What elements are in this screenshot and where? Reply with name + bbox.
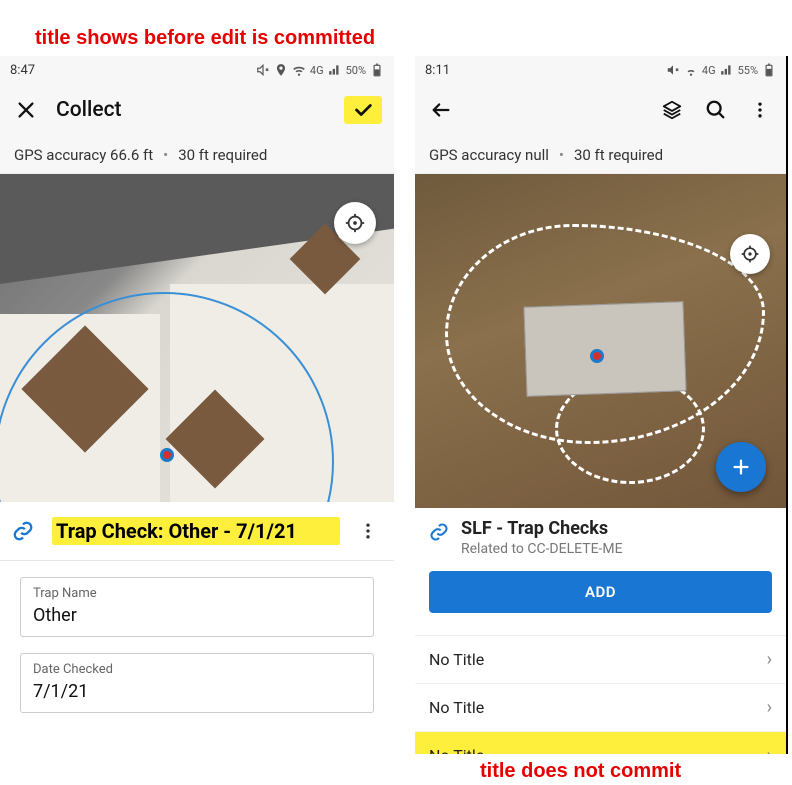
layers-button[interactable] bbox=[658, 96, 686, 124]
crosshair-icon bbox=[740, 244, 760, 264]
more-button[interactable] bbox=[746, 96, 774, 124]
gps-bar: GPS accuracy 66.6 ft • 30 ft required bbox=[0, 136, 394, 174]
separator-dot: • bbox=[163, 146, 168, 164]
status-icons: 4G 50% bbox=[256, 63, 384, 77]
list-item[interactable]: No Title › bbox=[415, 636, 786, 684]
location-icon bbox=[274, 63, 288, 77]
search-icon bbox=[705, 99, 727, 121]
add-feature-fab[interactable] bbox=[716, 442, 766, 492]
form: Trap Name Other Date Checked 7/1/21 bbox=[0, 560, 394, 723]
arrow-left-icon bbox=[430, 99, 452, 121]
annotation-top: title shows before edit is committed bbox=[35, 27, 375, 50]
check-icon bbox=[352, 99, 374, 121]
map-view[interactable] bbox=[415, 174, 786, 508]
mute-icon bbox=[256, 63, 270, 77]
list-item-label: No Title bbox=[429, 746, 484, 754]
layers-icon bbox=[661, 99, 683, 121]
more-vert-icon bbox=[750, 100, 770, 120]
link-icon bbox=[429, 522, 449, 542]
wifi-icon bbox=[684, 63, 698, 77]
related-panel: SLF - Trap Checks Related to CC-DELETE-M… bbox=[415, 508, 786, 619]
locate-button[interactable] bbox=[730, 234, 770, 274]
separator-dot: • bbox=[559, 146, 564, 164]
battery-label: 55% bbox=[738, 64, 758, 77]
field-label: Trap Name bbox=[33, 586, 361, 601]
field-value: Other bbox=[33, 605, 361, 626]
field-value: 7/1/21 bbox=[33, 681, 361, 702]
trap-name-field[interactable]: Trap Name Other bbox=[20, 577, 374, 637]
signal-icon bbox=[720, 63, 734, 77]
battery-label: 50% bbox=[346, 64, 366, 77]
search-button[interactable] bbox=[702, 96, 730, 124]
gps-required: 30 ft required bbox=[178, 146, 267, 164]
list-item[interactable]: No Title › bbox=[415, 684, 786, 732]
app-bar: Collect bbox=[0, 84, 394, 136]
panel-subtitle: Related to CC-DELETE-ME bbox=[461, 541, 623, 557]
list-item[interactable]: No Title › bbox=[415, 732, 786, 754]
signal-icon bbox=[328, 63, 342, 77]
gps-accuracy: GPS accuracy null bbox=[429, 146, 549, 164]
panel-title: SLF - Trap Checks bbox=[461, 518, 623, 539]
chevron-right-icon: › bbox=[767, 649, 772, 670]
add-button[interactable]: ADD bbox=[429, 571, 772, 613]
phone-right: 8:11 4G 55% GPS accuracy null • 30 ft re… bbox=[415, 56, 788, 754]
appbar-title: Collect bbox=[56, 98, 328, 122]
chevron-right-icon: › bbox=[767, 745, 772, 754]
link-icon bbox=[12, 520, 34, 542]
related-list: No Title › No Title › No Title › bbox=[415, 635, 786, 754]
chevron-right-icon: › bbox=[767, 697, 772, 718]
phone-left: 8:47 4G 50% Collect GPS accuracy 66.6 ft… bbox=[0, 56, 394, 756]
date-checked-field[interactable]: Date Checked 7/1/21 bbox=[20, 653, 374, 713]
field-label: Date Checked bbox=[33, 662, 361, 677]
app-bar bbox=[415, 84, 786, 136]
feature-marker[interactable] bbox=[590, 349, 604, 363]
feature-marker[interactable] bbox=[160, 448, 174, 462]
status-time: 8:11 bbox=[425, 63, 450, 78]
crosshair-icon bbox=[344, 212, 366, 234]
battery-icon bbox=[762, 63, 776, 77]
list-item-label: No Title bbox=[429, 650, 484, 669]
wifi-icon bbox=[292, 63, 306, 77]
status-bar: 8:11 4G 55% bbox=[415, 56, 786, 84]
submit-button[interactable] bbox=[344, 96, 382, 124]
status-time: 8:47 bbox=[10, 63, 35, 78]
mute-icon bbox=[666, 63, 680, 77]
map-view[interactable] bbox=[0, 174, 394, 502]
plus-icon bbox=[730, 456, 752, 478]
record-title: Trap Check: Other - 7/1/21 bbox=[52, 517, 340, 545]
gps-required: 30 ft required bbox=[574, 146, 663, 164]
record-title-bar: Trap Check: Other - 7/1/21 bbox=[0, 502, 394, 560]
network-label: 4G bbox=[702, 64, 716, 77]
locate-button[interactable] bbox=[334, 202, 376, 244]
list-item-label: No Title bbox=[429, 698, 484, 717]
close-icon bbox=[15, 99, 37, 121]
battery-icon bbox=[370, 63, 384, 77]
status-icons: 4G 55% bbox=[666, 63, 776, 77]
network-label: 4G bbox=[310, 64, 324, 77]
annotation-bottom: title does not commit bbox=[480, 760, 681, 783]
back-button[interactable] bbox=[427, 96, 455, 124]
more-vert-icon bbox=[358, 521, 378, 541]
close-button[interactable] bbox=[12, 96, 40, 124]
status-bar: 8:47 4G 50% bbox=[0, 56, 394, 84]
gps-accuracy: GPS accuracy 66.6 ft bbox=[14, 146, 153, 164]
more-button[interactable] bbox=[358, 521, 382, 541]
gps-bar: GPS accuracy null • 30 ft required bbox=[415, 136, 786, 174]
